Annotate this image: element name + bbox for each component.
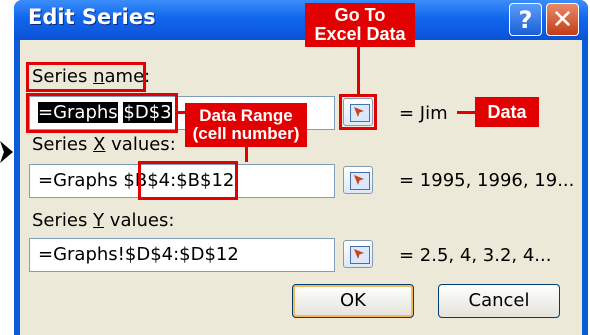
series-y-input[interactable]: =Graphs!$D$4:$D$12 [29, 238, 335, 272]
goto-excel-line2: Excel Data [314, 24, 406, 44]
close-icon: ✕ [551, 4, 574, 35]
range-select-icon [350, 246, 370, 264]
goto-excel-connector [357, 47, 360, 95]
series-y-range-button[interactable] [343, 240, 373, 268]
cancel-button[interactable]: Cancel [438, 284, 560, 318]
range-button-highlight [339, 94, 377, 130]
help-icon: ? [518, 5, 533, 34]
series-name-highlight [26, 62, 146, 92]
series-y-label: Series Y values: [32, 210, 175, 231]
series-name-result: = Jim [399, 103, 448, 124]
series-y-result: = 2.5, 4, 3.2, 4... [399, 245, 552, 266]
series-x-ref-highlight [138, 161, 238, 200]
data-range-line1: Data Range [199, 106, 293, 126]
series-x-range-button[interactable] [343, 166, 373, 194]
data-range-line2: (cell number) [192, 124, 300, 143]
series-x-result: = 1995, 1996, 19... [399, 170, 575, 191]
data-annotation: Data [475, 97, 539, 127]
data-range-annotation: Data Range (cell number) [185, 103, 307, 147]
data-range-connector-top [178, 111, 186, 114]
series-x-prefix: =Graphs [38, 170, 118, 191]
series-x-label: Series X values: [32, 134, 176, 155]
help-button[interactable]: ? [509, 3, 542, 36]
dialog-title: Edit Series [28, 5, 156, 29]
series-name-value-highlight [26, 93, 178, 133]
range-select-icon [350, 172, 370, 190]
goto-excel-annotation: Go To Excel Data [305, 3, 415, 47]
ok-button[interactable]: OK [292, 284, 414, 318]
close-button[interactable]: ✕ [546, 3, 579, 36]
data-connector [457, 111, 475, 114]
data-range-connector-bottom [245, 147, 248, 162]
goto-excel-line1: Go To [334, 5, 386, 26]
arrow-pointer-icon [0, 141, 13, 163]
